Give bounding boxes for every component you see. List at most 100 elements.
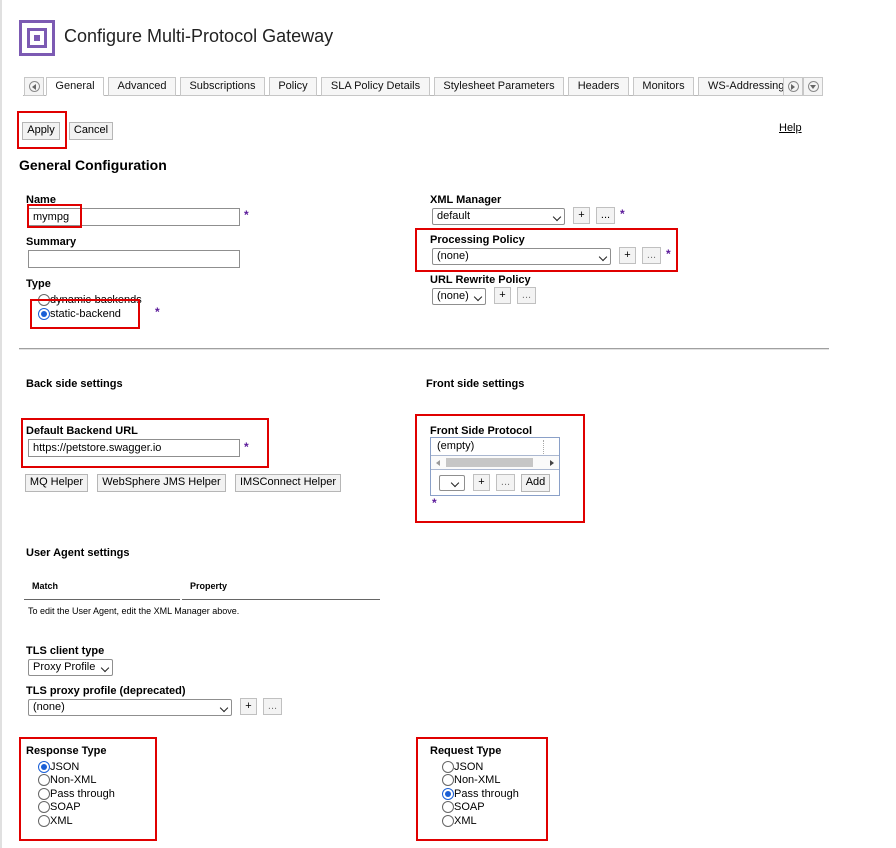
request-type-xml[interactable]: XML (442, 814, 519, 828)
name-highlight (27, 204, 82, 228)
tab-scroll-right-button[interactable] (783, 77, 803, 96)
request-type-soap[interactable]: SOAP (442, 801, 519, 815)
request-type-json[interactable]: JSON (442, 760, 519, 774)
url-rewrite-edit-button[interactable]: ... (517, 287, 536, 304)
url-rewrite-add-button[interactable]: + (494, 287, 511, 304)
section-divider (19, 348, 829, 350)
xml-manager-select[interactable]: default (432, 208, 565, 225)
backend-url-label: Default Backend URL (26, 425, 138, 437)
tab-ws-addressing[interactable]: WS-Addressing (698, 77, 786, 96)
request-type-options: JSON Non-XML Pass through SOAP XML (442, 760, 519, 828)
radio-button-selected[interactable] (442, 787, 454, 800)
chevron-down-icon (473, 292, 483, 302)
backend-url-input[interactable]: https://petstore.swagger.io (28, 439, 240, 457)
chevron-down-icon (100, 663, 110, 673)
url-rewrite-policy-select[interactable]: (none) (432, 288, 486, 305)
scroll-right-icon (550, 460, 554, 466)
chevron-down-icon (807, 81, 819, 92)
section-title: General Configuration (19, 157, 167, 173)
apply-button[interactable]: Apply (22, 122, 60, 140)
column-header-property: Property (190, 581, 228, 591)
horizontal-scrollbar[interactable] (431, 455, 559, 470)
tab-headers[interactable]: Headers (568, 77, 629, 96)
websphere-jms-helper-button[interactable]: WebSphere JMS Helper (97, 474, 226, 492)
arrow-left-icon (28, 81, 40, 92)
mq-helper-button[interactable]: MQ Helper (25, 474, 88, 492)
required-marker: * (244, 208, 249, 222)
page-title: Configure Multi-Protocol Gateway (64, 26, 334, 46)
response-type-non-xml[interactable]: Non-XML (38, 774, 115, 788)
tls-proxy-profile-label: TLS proxy profile (deprecated) (26, 685, 186, 697)
front-side-protocol-new-button[interactable]: + (473, 474, 490, 491)
list-item[interactable]: (empty) (437, 440, 474, 452)
help-link[interactable]: Help (779, 122, 802, 134)
xml-manager-edit-button[interactable]: ... (596, 207, 615, 224)
response-type-pass-through[interactable]: Pass through (38, 787, 115, 801)
arrow-right-icon (787, 81, 799, 92)
front-side-protocol-edit-button[interactable]: ... (496, 474, 515, 491)
required-marker: * (666, 247, 671, 261)
front-side-protocol-type-select[interactable] (439, 475, 465, 491)
scrollbar-thumb[interactable] (446, 458, 533, 467)
request-type-pass-through[interactable]: Pass through (442, 787, 519, 801)
user-agent-note: To edit the User Agent, edit the XML Man… (28, 606, 240, 616)
front-side-heading: Front side settings (426, 378, 525, 390)
response-type-xml[interactable]: XML (38, 814, 115, 828)
tls-proxy-profile-edit-button[interactable]: ... (263, 698, 282, 715)
tab-advanced[interactable]: Advanced (108, 77, 176, 96)
summary-label: Summary (26, 236, 77, 248)
chevron-down-icon (552, 212, 562, 222)
processing-policy-add-button[interactable]: + (619, 247, 636, 264)
radio-button[interactable] (442, 801, 454, 814)
required-marker: * (244, 440, 249, 454)
required-marker: * (620, 207, 625, 221)
tab-sla-policy-details[interactable]: SLA Policy Details (321, 77, 430, 96)
response-type-options: JSON Non-XML Pass through SOAP XML (38, 760, 115, 828)
imsconnect-helper-button[interactable]: IMSConnect Helper (235, 474, 341, 492)
processing-policy-select[interactable]: (none) (432, 248, 611, 265)
tls-client-type-label: TLS client type (26, 645, 105, 657)
radio-button[interactable] (38, 774, 50, 787)
request-type-non-xml[interactable]: Non-XML (442, 774, 519, 788)
tls-proxy-profile-add-button[interactable]: + (240, 698, 257, 715)
radio-button-selected[interactable] (38, 760, 50, 773)
type-highlight (30, 299, 140, 329)
chevron-down-icon (450, 478, 460, 488)
url-rewrite-policy-label: URL Rewrite Policy (430, 274, 531, 286)
radio-button[interactable] (442, 814, 454, 827)
tab-monitors[interactable]: Monitors (633, 77, 694, 96)
tls-client-type-select[interactable]: Proxy Profile (28, 659, 113, 676)
radio-button[interactable] (442, 760, 454, 773)
app-logo (19, 20, 55, 56)
front-side-protocol-list[interactable]: (empty) + ... Add (430, 437, 560, 496)
column-header-match: Match (32, 581, 59, 591)
tab-menu-button[interactable] (803, 77, 823, 96)
chevron-down-icon (598, 252, 608, 262)
tab-policy[interactable]: Policy (269, 77, 317, 96)
chevron-down-icon (219, 703, 229, 713)
tab-stylesheet-parameters[interactable]: Stylesheet Parameters (434, 77, 564, 96)
front-side-protocol-add-button[interactable]: Add (521, 474, 550, 492)
required-marker: * (155, 305, 160, 319)
cancel-button[interactable]: Cancel (69, 122, 113, 140)
radio-button[interactable] (38, 801, 50, 814)
xml-manager-label: XML Manager (430, 194, 502, 206)
radio-button[interactable] (38, 787, 50, 800)
radio-button[interactable] (38, 814, 50, 827)
tab-general[interactable]: General (46, 77, 104, 96)
request-type-label: Request Type (430, 745, 502, 757)
user-agent-heading: User Agent settings (26, 547, 130, 559)
xml-manager-add-button[interactable]: + (573, 207, 590, 224)
processing-policy-edit-button[interactable]: ... (642, 247, 661, 264)
tls-proxy-profile-select[interactable]: (none) (28, 699, 232, 716)
radio-button[interactable] (442, 774, 454, 787)
back-side-heading: Back side settings (26, 378, 123, 390)
required-marker: * (432, 496, 437, 510)
tab-subscriptions[interactable]: Subscriptions (180, 77, 265, 96)
response-type-json[interactable]: JSON (38, 760, 115, 774)
response-type-soap[interactable]: SOAP (38, 801, 115, 815)
summary-input[interactable] (28, 250, 240, 268)
scroll-left-icon (436, 460, 440, 466)
tab-scroll-left-button[interactable] (24, 77, 44, 96)
front-side-protocol-label: Front Side Protocol (430, 425, 533, 437)
